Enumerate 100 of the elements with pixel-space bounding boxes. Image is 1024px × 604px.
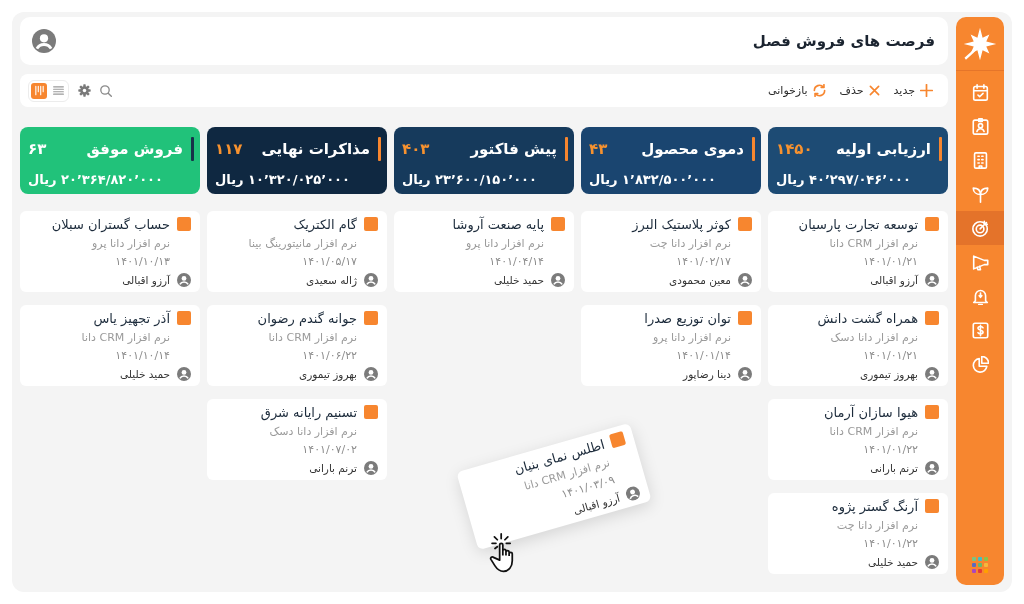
product-name: نرم افزار دانا پرو [653,330,731,346]
deal-title: همراه گشت دانش [817,310,918,326]
search-icon[interactable] [100,84,112,97]
deal-count: ۶۳ [28,140,47,158]
deal-card[interactable]: پایه صنعت آروشا نرم افزار دانا پرو ۱۴۰۱/۰۴/۱۴ حمید خلیلی [394,211,574,292]
product-name: نرم افزار CRM دانا [829,424,918,440]
column-title: ارزیابی اولیه [835,140,931,158]
owner-name: معین محمودی [669,274,731,286]
column-total-amount: ۴۰٬۲۹۷/۰۴۶٬۰۰۰ ریال [776,172,911,187]
target-icon [971,219,989,237]
owner-name: ترنم بارانی [309,462,357,474]
accent-bar [752,137,755,161]
deal-card[interactable]: کوثر پلاستیک البرز نرم افزار دانا چت ۱۴۰۱/۰۲/۱۷ معین محمودی [581,211,761,292]
deal-date: ۱۴۰۱/۰۱/۲۲ [863,442,918,458]
user-icon [364,461,378,475]
column-title: پیش فاکتور [470,140,557,158]
deal-card[interactable]: گام الکتریک نرم افزار مانیتورینگ بینا ۱۴۰۱/۰۵/۱۷ ژاله سعیدی [207,211,387,292]
toolbar-action-button[interactable]: حذف [839,84,880,97]
product-name: نرم افزار مانیتورینگ بینا [248,236,357,252]
list-icon [52,85,64,96]
deal-card[interactable]: آذر تجهیز یاس نرم افزار CRM دانا ۱۴۰۱/۱۰/۱۴ حمید خلیلی [20,305,200,386]
accent-bar [565,137,568,161]
column-total-amount: ۲۰٬۳۶۴/۸۲۰٬۰۰۰ ریال [28,172,163,187]
deal-date: ۱۴۰۱/۱۰/۱۳ [115,254,170,270]
deal-date: ۱۴۰۱/۰۲/۱۷ [676,254,731,270]
owner-name: ژاله سعیدی [306,274,357,286]
square-marker-icon [608,431,627,449]
close-icon [868,85,880,96]
user-icon [925,461,939,475]
deal-date: ۱۴۰۱/۰۱/۲۲ [863,536,918,552]
square-marker-icon [177,311,191,325]
square-marker-icon [364,217,378,231]
deal-count: ۱۴۵۰ [776,140,813,158]
square-marker-icon [551,217,565,231]
deal-title: آذر تجهیز یاس [93,310,170,326]
sprout-icon [971,185,989,203]
deal-card[interactable]: توسعه تجارت پارسیان نرم افزار CRM دانا ۱۴۰۱/۰۱/۲۱ آرزو اقبالی [768,211,948,292]
deal-title: توسعه تجارت پارسیان [798,216,918,232]
owner-name: دینا رضاپور [683,368,731,380]
owner-name: آرزو اقبالی [122,274,170,286]
owner-name: حمید خلیلی [494,274,544,286]
square-marker-icon [925,217,939,231]
deal-card[interactable]: آرنگ گستر پژوه نرم افزار دانا چت ۱۴۰۱/۰۱/۲۲ حمید خلیلی [768,493,948,574]
deal-card[interactable]: همراه گشت دانش نرم افزار دانا دسک ۱۴۰۱/۰۱/۲۱ بهروز تیموری [768,305,948,386]
deal-title: گام الکتریک [293,216,357,232]
user-icon [624,484,642,503]
product-name: نرم افزار دانا چت [836,518,918,534]
column-title: مذاکرات نهایی [261,140,370,158]
owner-name: حمید خلیلی [868,556,918,568]
deal-title: توان توزیع صدرا [644,310,731,326]
column-total-amount: ۲۳٬۶۰۰/۱۵۰٬۰۰۰ ریال [402,172,537,187]
deal-card[interactable]: اطلس نمای بنیان نرم افزار CRM دانا ۱۴۰۱/۰۳/۰۹ آرزو اقبالی [456,422,652,551]
column-total-amount: ۱۰٬۳۲۰/۰۲۵٬۰۰۰ ریال [215,172,350,187]
deal-date: ۱۴۰۱/۰۶/۲۲ [302,348,357,364]
app-grid-icon[interactable] [972,557,988,573]
pie-chart-icon [971,355,989,373]
deal-title: تسنیم رایانه شرق [260,404,357,420]
product-name: نرم افزار CRM دانا [81,330,170,346]
product-name: نرم افزار CRM دانا [268,330,357,346]
product-name: نرم افزار دانا پرو [466,236,544,252]
owner-name: ترنم بارانی [870,462,918,474]
accent-bar [191,137,194,161]
owner-name: آرزو اقبالی [870,274,918,286]
square-marker-icon [738,217,752,231]
accent-bar [939,137,942,161]
page-title: فرصت های فروش فصل [752,32,935,50]
product-name: نرم افزار دانا دسک [269,424,357,440]
deal-title: کوثر پلاستیک البرز [632,216,731,232]
user-icon [364,273,378,287]
deal-card[interactable]: هیوا سازان آرمان نرم افزار CRM دانا ۱۴۰۱/۰۱/۲۲ ترنم بارانی [768,399,948,480]
user-icon [364,367,378,381]
megaphone-icon [971,253,989,271]
user-icon [925,555,939,569]
settings-icon[interactable] [78,84,91,97]
column-title: فروش موفق [86,140,183,158]
column-total-amount: ۱٬۸۳۲/۵۰۰٬۰۰۰ ریال [589,172,717,187]
deal-card[interactable]: توان توزیع صدرا نرم افزار دانا پرو ۱۴۰۱/۰۱/۱۴ دینا رضاپور [581,305,761,386]
square-marker-icon [364,311,378,325]
deal-title: حساب گستران سبلان [51,216,170,232]
sidebar-nav-item[interactable] [956,211,1004,245]
columns-icon [33,85,45,96]
dollar-square-icon [971,321,989,339]
owner-name: بهروز تیموری [299,368,357,380]
square-marker-icon [738,311,752,325]
square-marker-icon [925,405,939,419]
toolbar-action-button[interactable]: بازخوانی [768,84,826,97]
deal-title: آرنگ گستر پژوه [831,498,918,514]
view-button[interactable] [31,82,47,99]
deal-card[interactable]: تسنیم رایانه شرق نرم افزار دانا دسک ۱۴۰۱/۰۷/۰۲ ترنم بارانی [207,399,387,480]
deal-card[interactable]: حساب گستران سبلان نرم افزار دانا پرو ۱۴۰۱/۱۰/۱۳ آرزو اقبالی [20,211,200,292]
user-icon [925,367,939,381]
deal-title: جوانه گندم رضوان [257,310,357,326]
square-marker-icon [925,499,939,513]
user-avatar-icon[interactable] [32,29,56,53]
deal-date: ۱۴۰۱/۰۴/۱۴ [489,254,544,270]
deal-count: ۴۳ [589,140,608,158]
product-name: نرم افزار دانا دسک [830,330,918,346]
toolbar-action-button[interactable]: جدید [893,84,933,97]
deal-card[interactable]: جوانه گندم رضوان نرم افزار CRM دانا ۱۴۰۱/۰۶/۲۲ بهروز تیموری [207,305,387,386]
calendar-check-icon [971,83,989,101]
